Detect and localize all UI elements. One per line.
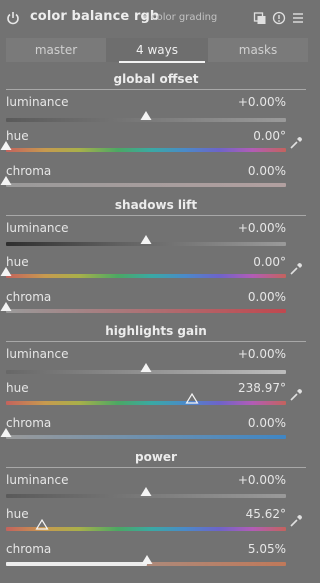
global-offset-chroma-slider[interactable] bbox=[6, 183, 286, 187]
luminance-label: luminance bbox=[6, 221, 69, 235]
slider-fill bbox=[6, 562, 148, 566]
hue-value: 0.00° bbox=[253, 255, 286, 269]
slider-thumb[interactable] bbox=[140, 111, 152, 121]
chroma-value: 0.00% bbox=[247, 290, 286, 304]
section-divider bbox=[6, 341, 306, 342]
chroma-value: 5.05% bbox=[247, 542, 286, 556]
slider-thumb[interactable] bbox=[0, 176, 12, 186]
luminance-value: +0.00% bbox=[237, 221, 286, 235]
slider-thumb[interactable] bbox=[140, 487, 152, 497]
global-offset-hue-slider[interactable] bbox=[6, 148, 286, 152]
slider-thumb[interactable] bbox=[185, 392, 199, 404]
luminance-label: luminance bbox=[6, 347, 69, 361]
hue-value: 0.00° bbox=[253, 129, 286, 143]
tab-masks[interactable]: masks bbox=[208, 38, 308, 62]
power-icon[interactable] bbox=[6, 11, 20, 25]
color-picker-icon[interactable] bbox=[288, 261, 304, 277]
luminance-value: +0.00% bbox=[237, 95, 286, 109]
luminance-value: +0.00% bbox=[237, 347, 286, 361]
color-picker-icon[interactable] bbox=[288, 135, 304, 151]
luminance-value: +0.00% bbox=[237, 473, 286, 487]
highlights-gain-hue-slider[interactable] bbox=[6, 401, 286, 405]
chroma-label: chroma bbox=[6, 542, 52, 556]
slider-thumb[interactable] bbox=[0, 428, 12, 438]
slider-thumb[interactable] bbox=[0, 141, 12, 151]
active-tab-indicator bbox=[119, 61, 205, 63]
hue-label: hue bbox=[6, 381, 29, 395]
hue-value: 238.97° bbox=[238, 381, 286, 395]
tab-4-ways[interactable]: 4 ways bbox=[106, 38, 208, 62]
chroma-label: chroma bbox=[6, 164, 52, 178]
chroma-label: chroma bbox=[6, 416, 52, 430]
shadows-lift-hue-slider[interactable] bbox=[6, 274, 286, 278]
reset-icon[interactable] bbox=[272, 11, 286, 25]
tab-master[interactable]: master bbox=[6, 38, 106, 62]
slider-thumb[interactable] bbox=[0, 267, 12, 277]
module-subtitle: • color grading bbox=[142, 12, 218, 23]
chroma-label: chroma bbox=[6, 290, 52, 304]
highlights-gain-chroma-slider[interactable] bbox=[6, 435, 286, 439]
color-picker-icon[interactable] bbox=[288, 513, 304, 529]
chroma-value: 0.00% bbox=[247, 164, 286, 178]
power-hue-slider[interactable] bbox=[6, 527, 286, 531]
slider-thumb[interactable] bbox=[141, 555, 153, 565]
hue-value: 45.62° bbox=[245, 507, 286, 521]
menu-icon[interactable] bbox=[291, 11, 305, 25]
tab-bar: master 4 ways masks bbox=[0, 38, 312, 62]
luminance-label: luminance bbox=[6, 95, 69, 109]
section-divider bbox=[6, 467, 306, 468]
section-title-power: power bbox=[135, 450, 177, 464]
section-divider bbox=[6, 215, 306, 216]
module-title: color balance rgb bbox=[30, 9, 160, 24]
slider-thumb[interactable] bbox=[34, 518, 49, 530]
color-picker-icon[interactable] bbox=[288, 387, 304, 403]
section-divider bbox=[6, 89, 306, 90]
slider-thumb[interactable] bbox=[140, 363, 152, 373]
shadows-lift-chroma-slider[interactable] bbox=[6, 309, 286, 313]
section-title-global-offset: global offset bbox=[113, 72, 199, 86]
section-title-shadows-lift: shadows lift bbox=[114, 198, 198, 212]
presets-icon[interactable] bbox=[253, 11, 267, 25]
chroma-value: 0.00% bbox=[247, 416, 286, 430]
hue-label: hue bbox=[6, 507, 29, 521]
slider-thumb[interactable] bbox=[0, 302, 12, 312]
luminance-label: luminance bbox=[6, 473, 69, 487]
section-title-highlights-gain: highlights gain bbox=[105, 324, 207, 338]
slider-thumb[interactable] bbox=[140, 235, 152, 245]
module-header: color balance rgb • color grading bbox=[0, 0, 312, 36]
